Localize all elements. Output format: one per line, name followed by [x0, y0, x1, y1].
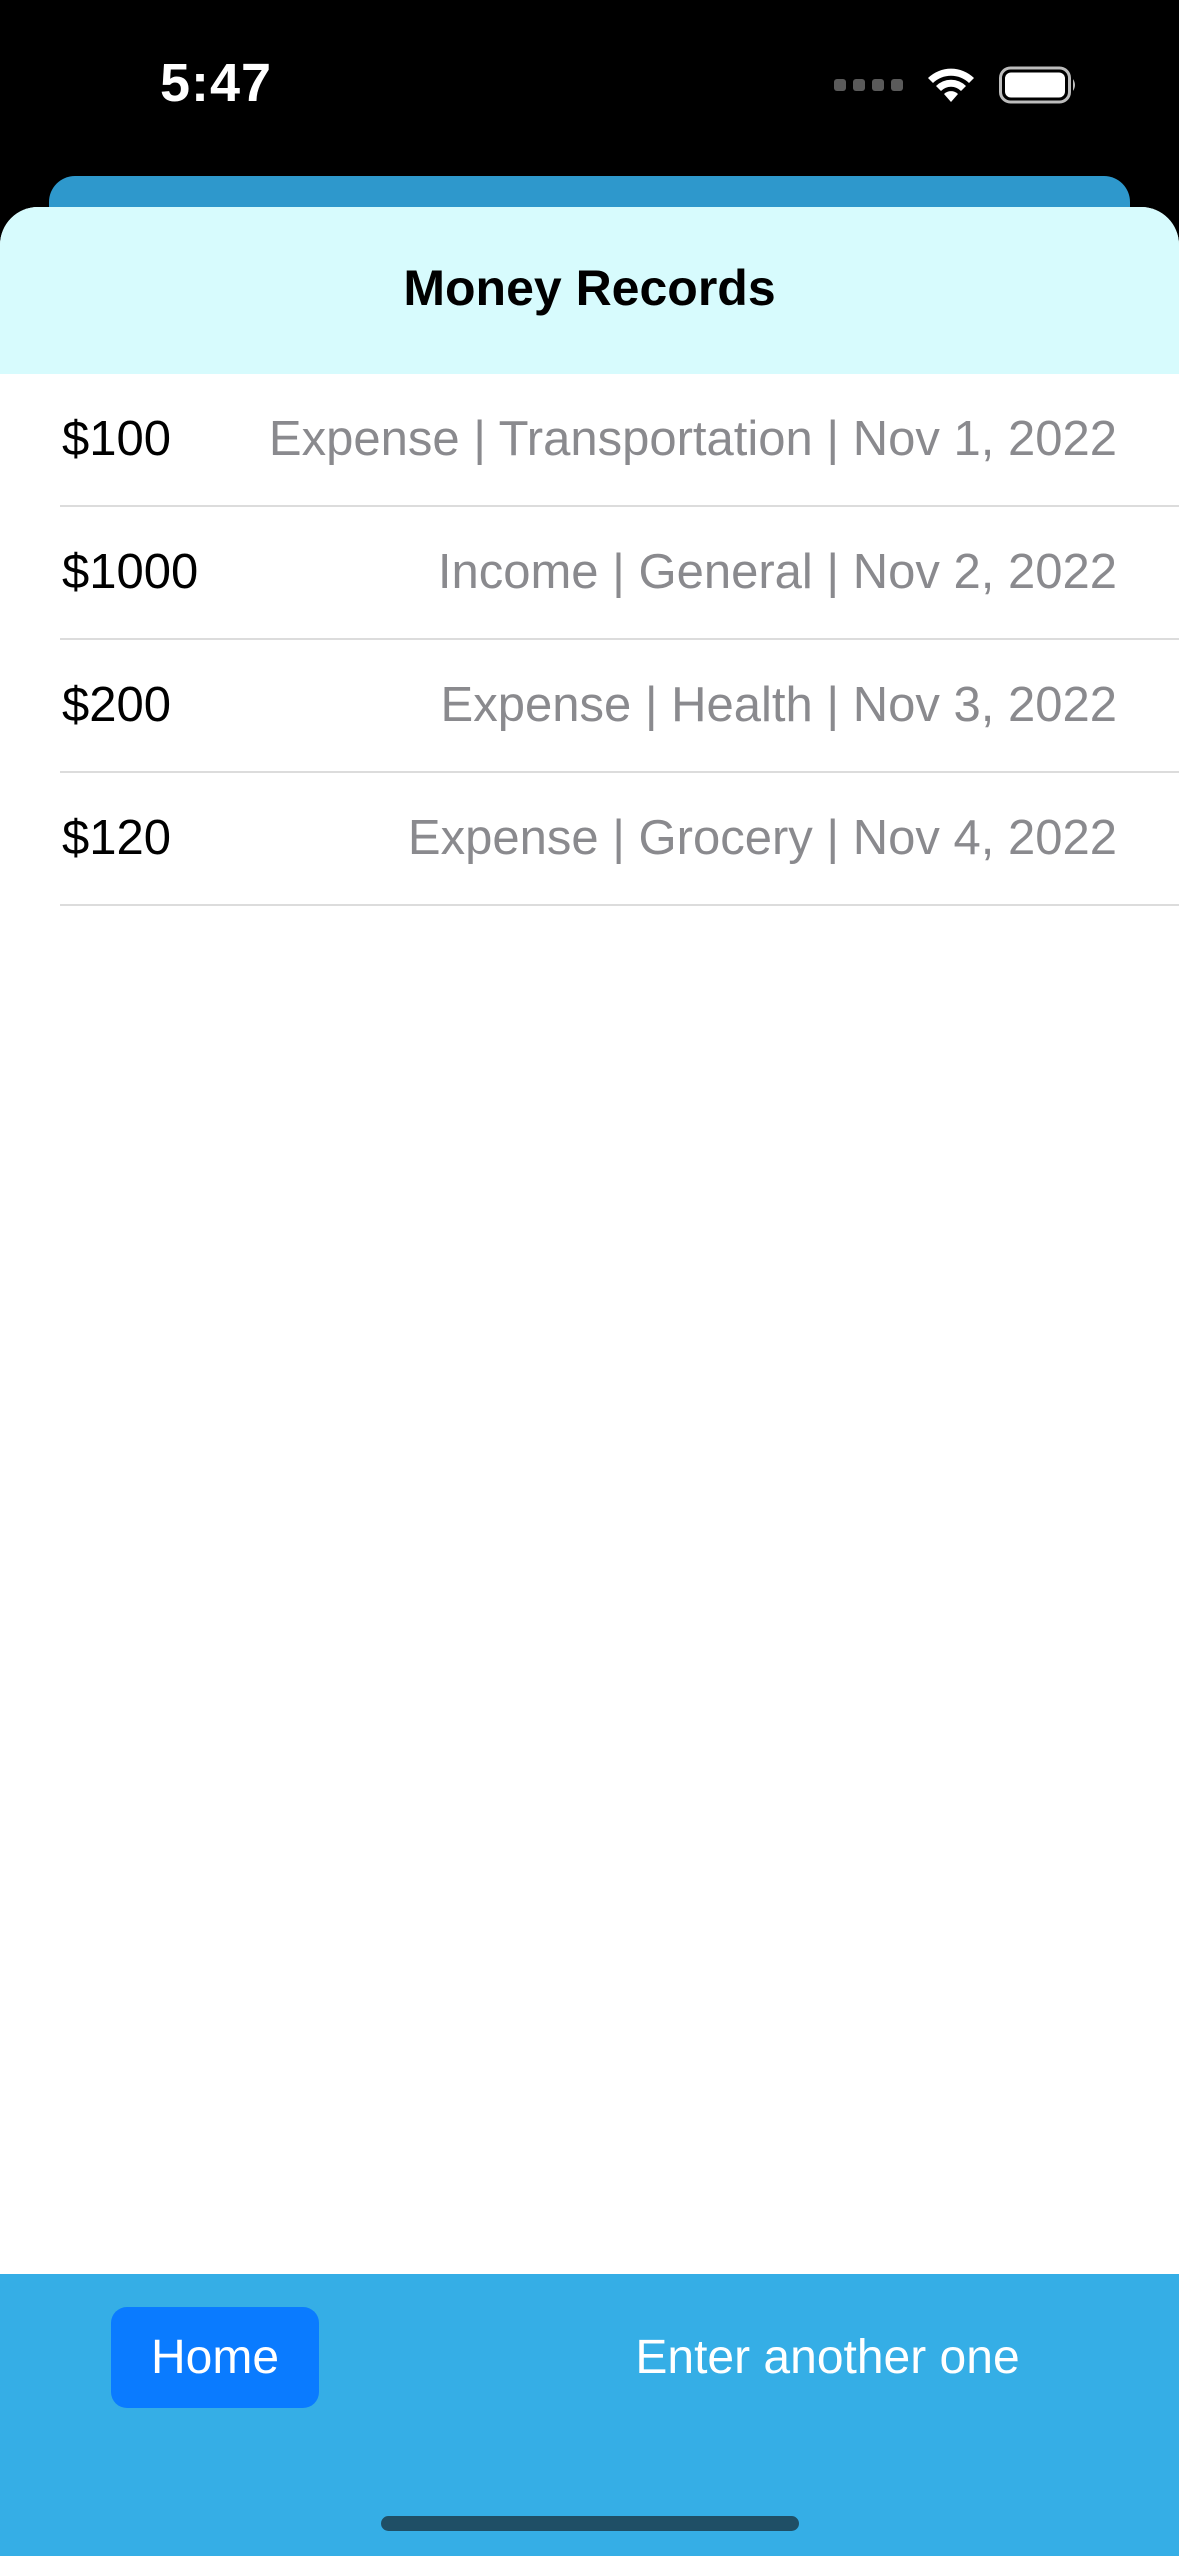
- list-item[interactable]: $200 Expense | Health | Nov 3, 2022: [0, 640, 1179, 773]
- records-sheet: Money Records $100 Expense | Transportat…: [0, 207, 1179, 2556]
- record-detail: Expense | Health | Nov 3, 2022: [440, 678, 1117, 732]
- wifi-icon: [928, 68, 974, 102]
- record-detail: Income | General | Nov 2, 2022: [437, 545, 1117, 599]
- list-item[interactable]: $1000 Income | General | Nov 2, 2022: [0, 507, 1179, 640]
- records-list: $100 Expense | Transportation | Nov 1, 2…: [0, 374, 1179, 906]
- record-detail: Expense | Transportation | Nov 1, 2022: [268, 412, 1117, 466]
- bottom-toolbar: Home Enter another one: [0, 2274, 1179, 2556]
- list-item[interactable]: $120 Expense | Grocery | Nov 4, 2022: [0, 773, 1179, 906]
- enter-another-button[interactable]: Enter another one: [600, 2307, 1055, 2408]
- list-item[interactable]: $100 Expense | Transportation | Nov 1, 2…: [0, 374, 1179, 507]
- page-title: Money Records: [403, 260, 776, 316]
- home-button[interactable]: Home: [111, 2307, 319, 2408]
- record-amount: $200: [62, 678, 172, 732]
- battery-icon: [999, 66, 1075, 104]
- home-indicator[interactable]: [381, 2516, 799, 2531]
- status-bar: 5:47: [0, 0, 1179, 180]
- signal-dots-icon: [834, 79, 903, 91]
- record-amount: $1000: [62, 545, 199, 599]
- status-icons: [834, 60, 1079, 110]
- status-time: 5:47: [160, 53, 273, 113]
- row-divider: [60, 904, 1179, 906]
- record-amount: $100: [62, 412, 172, 466]
- nav-header: Money Records: [0, 207, 1179, 374]
- record-detail: Expense | Grocery | Nov 4, 2022: [407, 811, 1117, 865]
- record-amount: $120: [62, 811, 172, 865]
